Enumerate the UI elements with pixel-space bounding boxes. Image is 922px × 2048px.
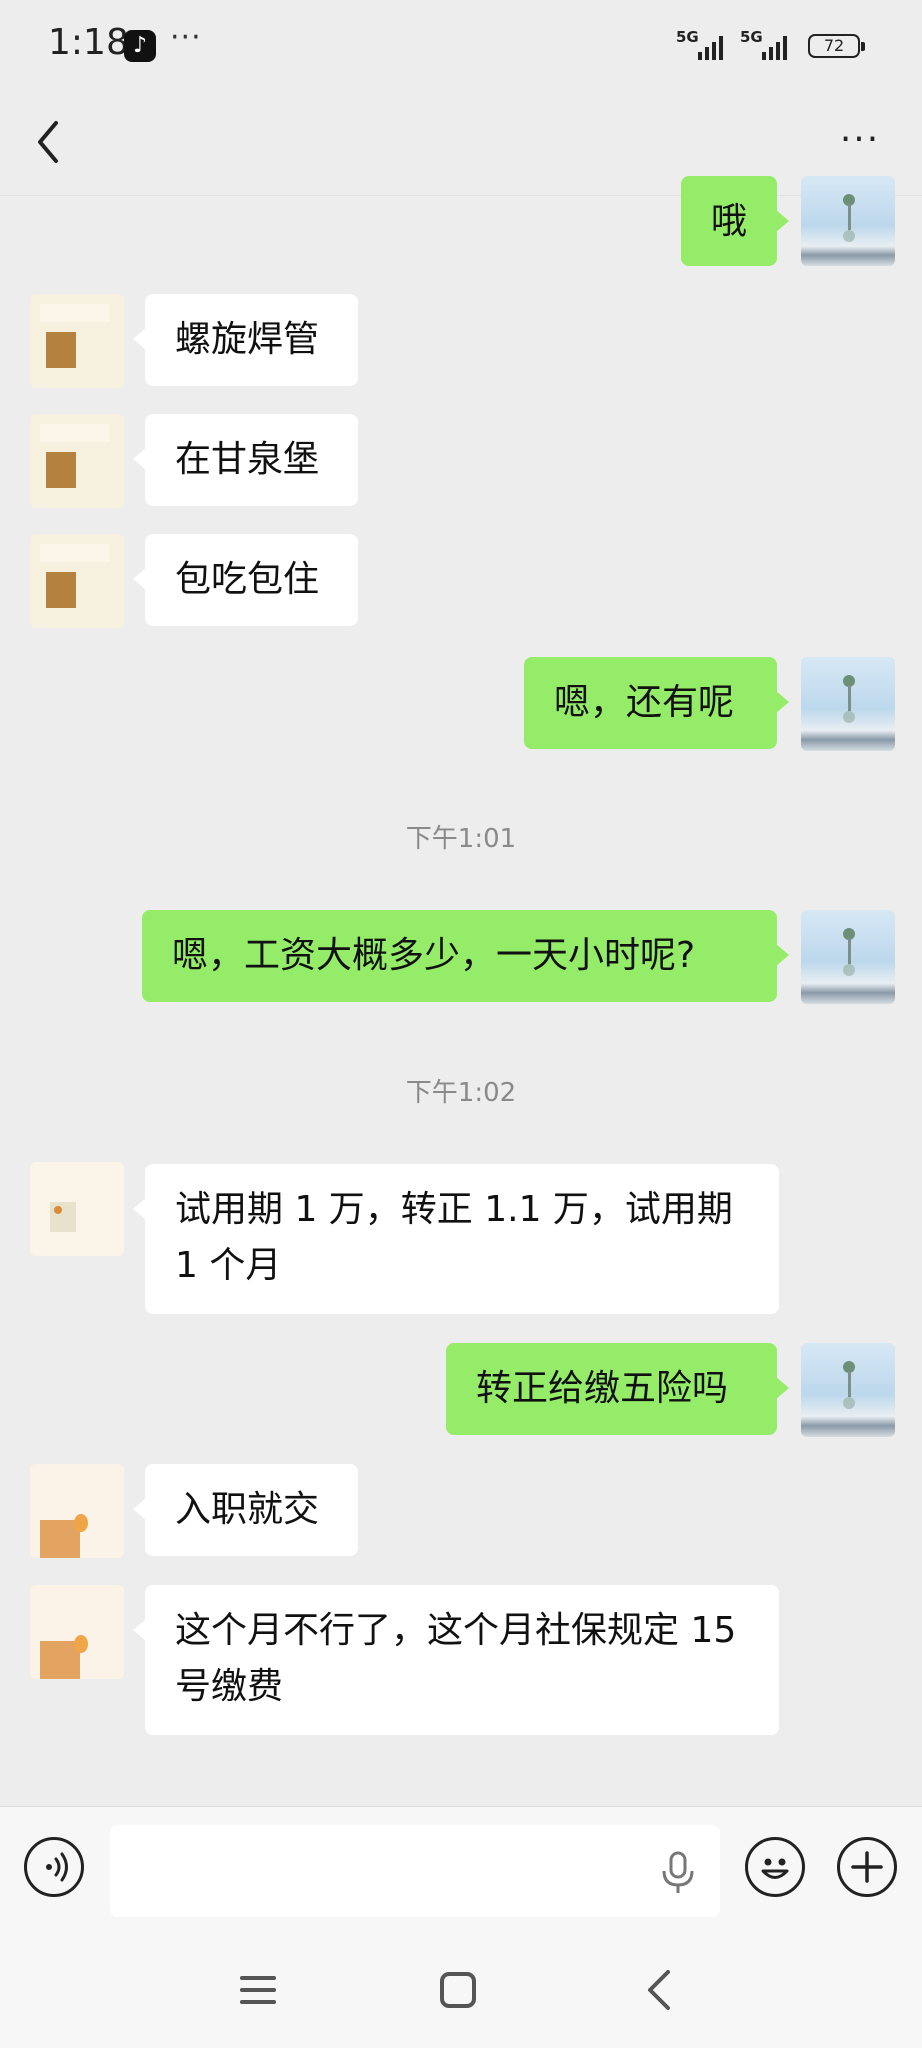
voice-icon[interactable] — [24, 1837, 84, 1897]
avatar-contact[interactable] — [30, 1162, 124, 1256]
battery-icon: 72 — [808, 34, 865, 58]
message-bubble-other[interactable]: 入职就交 — [133, 1464, 358, 1556]
back-nav-icon[interactable] — [640, 1968, 680, 2012]
status-bar: 1:18 ♪ ··· 5G 5G 72 — [0, 0, 922, 95]
more-icon[interactable]: ··· — [830, 115, 890, 165]
message-bubble-other[interactable]: 试用期 1 万，转正 1.1 万，试用期 1 个月 — [133, 1164, 779, 1314]
avatar-self[interactable] — [801, 657, 895, 751]
system-navigation — [0, 1924, 922, 2048]
status-time: 1:18 — [48, 22, 129, 63]
signal-icon-1: 5G — [676, 28, 730, 60]
tiktok-icon: ♪ — [124, 30, 156, 62]
home-icon[interactable] — [438, 1970, 478, 2010]
message-bubble-self[interactable]: 哦 — [681, 176, 789, 266]
avatar-contact[interactable] — [30, 1585, 124, 1679]
message-bubble-other[interactable]: 在甘泉堡 — [133, 414, 358, 506]
message-timestamp: 下午1:02 — [405, 1078, 517, 1108]
message-bubble-other[interactable]: 包吃包住 — [133, 534, 358, 626]
input-bar — [0, 1806, 922, 1925]
emoji-icon[interactable] — [745, 1837, 805, 1897]
message-bubble-self[interactable]: 嗯，还有呢 — [524, 657, 789, 749]
avatar-self[interactable] — [801, 910, 895, 1004]
menu-icon[interactable] — [238, 1970, 278, 2010]
message-bubble-self[interactable]: 转正给缴五险吗 — [446, 1343, 789, 1435]
status-more-icon: ··· — [170, 20, 202, 55]
plus-icon[interactable] — [837, 1837, 897, 1897]
avatar-contact[interactable] — [30, 414, 124, 508]
mic-icon[interactable] — [658, 1849, 698, 1897]
avatar-contact[interactable] — [30, 294, 124, 388]
signal-icon-2: 5G — [740, 28, 794, 60]
message-bubble-self[interactable]: 嗯，工资大概多少，一天小时呢? — [142, 910, 789, 1002]
message-bubble-other[interactable]: 螺旋焊管 — [133, 294, 358, 386]
message-timestamp: 下午1:01 — [405, 824, 517, 854]
avatar-contact[interactable] — [30, 534, 124, 628]
message-bubble-other[interactable]: 这个月不行了，这个月社保规定 15 号缴费 — [133, 1585, 779, 1735]
message-input[interactable] — [110, 1825, 720, 1917]
avatar-self[interactable] — [801, 1343, 895, 1437]
back-arrow-icon[interactable] — [30, 117, 70, 167]
avatar-self[interactable] — [801, 176, 895, 266]
chat-header: ··· — [0, 95, 922, 196]
avatar-contact[interactable] — [30, 1464, 124, 1558]
